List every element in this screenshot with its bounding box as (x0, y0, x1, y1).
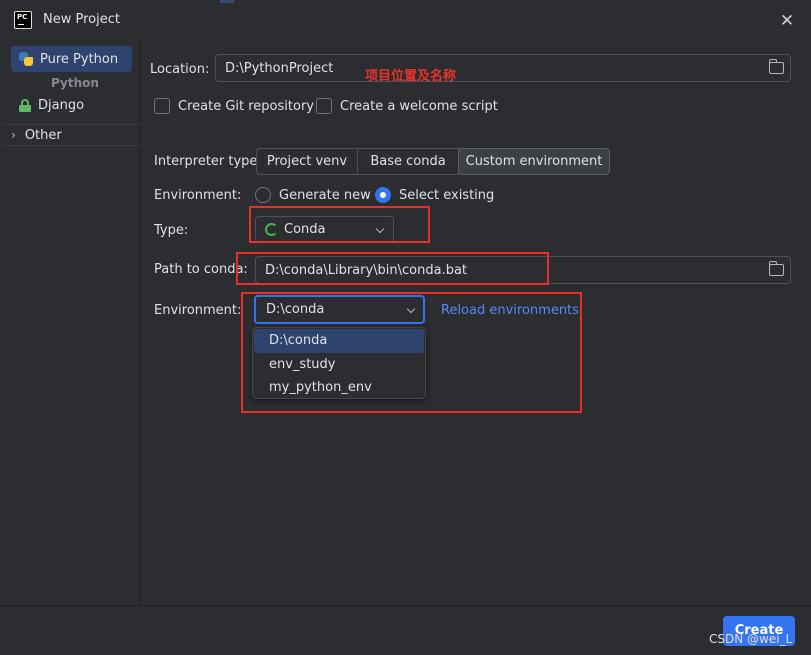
folder-icon[interactable] (768, 59, 784, 74)
tab-base-conda[interactable]: Base conda (358, 148, 459, 175)
location-value: D:\PythonProject (225, 61, 334, 76)
sidebar-item-label: Pure Python (40, 51, 119, 67)
watermark-text: CSDN @wei_L (709, 632, 793, 646)
annotation-box-path (236, 252, 549, 285)
sidebar-item-pure-python[interactable]: Pure Python (11, 46, 132, 72)
title-bar: PC New Project ✕ (0, 0, 811, 40)
sidebar-item-other[interactable]: › Other (3, 124, 140, 146)
generate-new-radio[interactable] (255, 187, 271, 203)
window-edge-indicator (220, 0, 234, 3)
path-to-conda-label: Path to conda: (154, 262, 248, 277)
folder-icon[interactable] (768, 261, 784, 276)
annotation-text: 项目位置及名称 (365, 69, 457, 84)
dialog-footer: Create CSDN @wei_L (0, 605, 811, 655)
interpreter-type-selector: Project venv Base conda Custom environme… (256, 148, 611, 175)
close-icon[interactable]: ✕ (776, 10, 798, 32)
window-title: New Project (43, 12, 120, 27)
generate-new-label: Generate new (279, 188, 371, 203)
create-git-checkbox[interactable] (154, 98, 170, 114)
interpreter-type-label: Interpreter type: (154, 154, 262, 169)
type-label: Type: (154, 223, 189, 238)
lock-icon (19, 98, 31, 112)
environment2-label: Environment: (154, 303, 242, 318)
select-existing-label: Select existing (399, 188, 495, 203)
chevron-right-icon: › (11, 128, 16, 142)
project-settings-panel: Location: D:\PythonProject 项目位置及名称 Creat… (141, 40, 808, 605)
tab-custom-environment[interactable]: Custom environment (458, 148, 610, 175)
sidebar-group-label: Python (51, 76, 99, 90)
python-icon (19, 52, 33, 66)
project-type-sidebar: Pure Python Python Django › Other (3, 40, 140, 605)
app-icon-text: PC (17, 13, 28, 21)
create-git-label: Create Git repository (178, 99, 314, 114)
select-existing-radio[interactable] (375, 187, 391, 203)
location-label: Location: (150, 62, 210, 77)
sidebar-item-label: Other (24, 127, 62, 143)
welcome-script-checkbox[interactable] (316, 98, 332, 114)
sidebar-item-label: Django (38, 97, 85, 113)
annotation-box-environment (241, 292, 582, 413)
environment-label: Environment: (154, 188, 242, 203)
tab-project-venv[interactable]: Project venv (256, 148, 358, 175)
location-field[interactable]: D:\PythonProject (215, 54, 791, 82)
sidebar-item-django[interactable]: Django (11, 92, 132, 118)
annotation-box-type (249, 206, 430, 243)
welcome-script-label: Create a welcome script (340, 99, 498, 114)
pycharm-icon: PC (14, 11, 32, 29)
